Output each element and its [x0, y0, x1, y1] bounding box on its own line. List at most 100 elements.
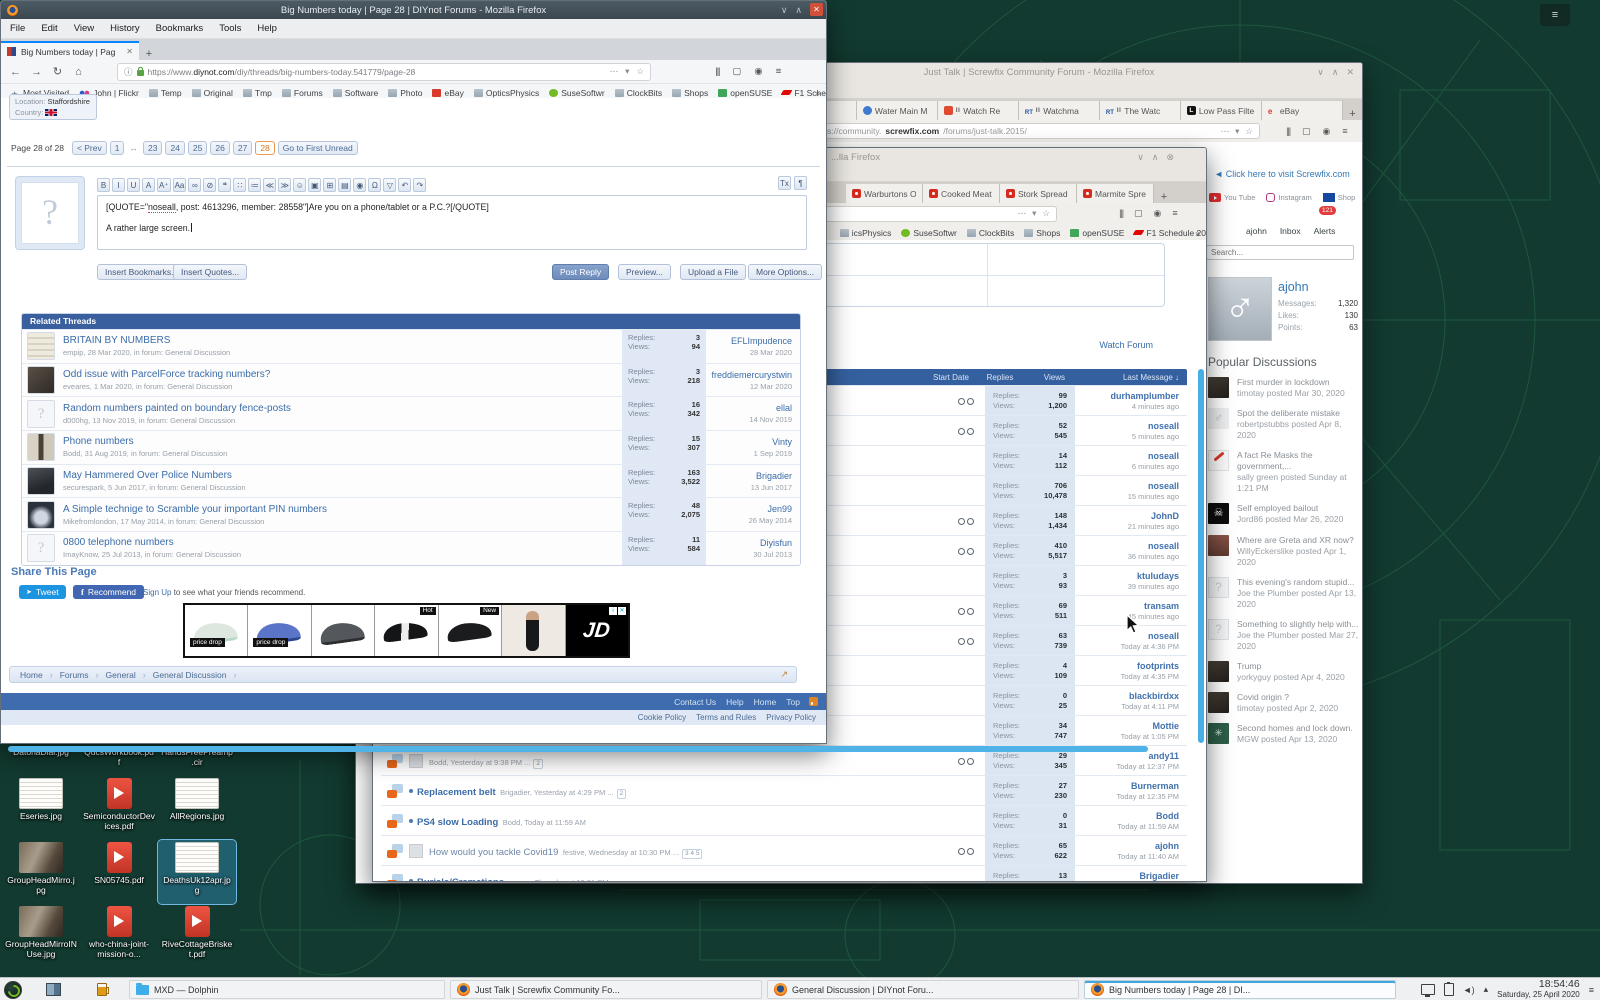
last-poster-link[interactable]: EFLImpudence: [706, 336, 792, 346]
browser-tab[interactable]: eBay: [1262, 101, 1343, 120]
rss-icon[interactable]: [809, 697, 818, 706]
editor-toolbar-button[interactable]: ▤: [338, 178, 351, 192]
breadcrumb-link[interactable]: Forums: [60, 670, 89, 680]
ad-cell[interactable]: price drop: [185, 605, 248, 656]
clipboard-tray-icon[interactable]: [1444, 983, 1454, 996]
preview-button[interactable]: Preview...: [618, 264, 671, 280]
editor-toolbar-button[interactable]: ▣: [308, 178, 321, 192]
page-jump-badge[interactable]: 3 4 5: [682, 849, 702, 859]
desktop-icon[interactable]: SemiconductorDevices.pdf: [80, 776, 158, 840]
ad-banner[interactable]: price drop price drop: [183, 603, 630, 658]
popular-title[interactable]: Spot the deliberate mistake: [1237, 408, 1340, 418]
browser-tab[interactable]: Warburtons O: [846, 184, 923, 203]
post-reply-button[interactable]: Post Reply: [552, 264, 609, 280]
application-launcher-icon[interactable]: [4, 981, 22, 999]
taskbar-task-button[interactable]: Big Numbers today | Page 28 | DI...: [1084, 980, 1396, 999]
editor-toolbar-button[interactable]: Ω: [368, 178, 381, 192]
last-poster-link[interactable]: freddiemercurystwin: [706, 370, 792, 380]
thread-title-link[interactable]: BRITAIN BY NUMBERS: [63, 335, 622, 346]
new-tab-button[interactable]: +: [139, 48, 159, 60]
browser-tab[interactable]: Marmite Spre: [1077, 184, 1154, 203]
new-tab-button[interactable]: +: [1154, 191, 1174, 203]
page-actions-icon[interactable]: ⋯: [1018, 208, 1027, 219]
bookmark-item[interactable]: Shops: [1024, 228, 1060, 238]
site-info-icon[interactable]: ⓘ: [124, 66, 133, 78]
page-number-button[interactable]: 24: [165, 141, 184, 155]
taskbar-task-button[interactable]: General Discussion | DIYnot Foru...: [767, 980, 1079, 999]
forward-icon[interactable]: →: [26, 66, 47, 78]
bookmark-star-icon[interactable]: ☆: [636, 66, 644, 77]
breadcrumb-link[interactable]: General Discussion: [153, 670, 227, 680]
breadcrumb-link[interactable]: Home: [20, 670, 43, 680]
ad-cell[interactable]: [502, 605, 565, 656]
url-bar[interactable]: ⓘ https://www.diynot.com/diy/threads/big…: [117, 63, 651, 81]
menu-item[interactable]: Bookmarks: [156, 23, 204, 34]
desktop-icon[interactable]: RiveCottageBrisket.pdf: [158, 904, 236, 968]
editor-toolbar-button[interactable]: ∷: [233, 178, 246, 192]
editor-toolbar-button[interactable]: ≔: [248, 178, 261, 192]
account-icon[interactable]: ◉: [1323, 126, 1331, 137]
sidebar-icon[interactable]: ▢: [1302, 126, 1311, 137]
thread-row[interactable]: Replacement belt Brigadier, Yesterday at…: [381, 775, 1187, 805]
social-link[interactable]: Shop: [1323, 193, 1356, 202]
back-icon[interactable]: ←: [5, 66, 26, 78]
popular-title[interactable]: Self employed bailout: [1237, 503, 1318, 513]
menu-icon[interactable]: ≡: [1172, 208, 1177, 219]
bookmark-item[interactable]: Temp: [149, 88, 182, 98]
browser-tab[interactable]: Water Main M: [857, 101, 938, 120]
editor-toolbar-button[interactable]: A⁺: [157, 178, 171, 192]
ad-cell[interactable]: [312, 605, 375, 656]
thread-title[interactable]: How would you tackle Covid19: [429, 847, 558, 858]
home-icon[interactable]: ⌂: [68, 66, 89, 78]
last-poster-link[interactable]: Bodd: [1075, 811, 1179, 821]
search-input[interactable]: [1206, 245, 1354, 260]
watch-forum-link[interactable]: Watch Forum: [991, 340, 1153, 350]
browser-tab[interactable]: Cooked Meat: [923, 184, 1000, 203]
column-views[interactable]: Views: [1025, 373, 1067, 382]
related-thread-row[interactable]: Phone numbers Bodd, 31 Aug 2019, in foru…: [22, 430, 800, 464]
menu-item[interactable]: File: [10, 23, 25, 34]
insert-quotes-button[interactable]: Insert Quotes...: [173, 264, 247, 280]
page-actions-icon[interactable]: ⋯: [1221, 126, 1230, 137]
editor-toolbar-button[interactable]: ∞: [188, 178, 201, 192]
tab-close-icon[interactable]: ✕: [126, 47, 133, 56]
thread-row[interactable]: Burials/Cremations. conny, Thursday at 1…: [381, 865, 1187, 882]
ad-cell[interactable]: Hot: [375, 605, 438, 656]
bookmark-item[interactable]: OpticsPhysics: [474, 88, 539, 98]
editor-toolbar-button[interactable]: ⊘: [203, 178, 216, 192]
taskbar-task-button[interactable]: MXD — Dolphin: [129, 980, 445, 999]
menu-item[interactable]: Help: [257, 23, 277, 34]
library-icon[interactable]: |||: [1119, 208, 1123, 219]
bookmark-item[interactable]: F1 Schedule 20: [782, 88, 827, 98]
profile-avatar[interactable]: ♂: [1208, 277, 1272, 341]
browser-tab[interactable]: II The Watc: [1100, 101, 1181, 120]
last-poster-link[interactable]: Diyisfun: [706, 538, 792, 548]
last-poster-link[interactable]: ajohn: [1075, 841, 1179, 851]
library-icon[interactable]: |||: [715, 66, 719, 77]
bbcode-toggle-button[interactable]: ¶: [794, 176, 807, 190]
popular-discussion-item[interactable]: Trump yorkyguy posted Apr 4, 2020: [1208, 661, 1360, 683]
bookmark-item[interactable]: icsPhysics: [840, 228, 892, 238]
active-tab[interactable]: Big Numbers today | Pag ✕: [1, 41, 139, 60]
popular-title[interactable]: A fact Re Masks the government,...: [1237, 450, 1313, 471]
editor-toolbar-button[interactable]: ⊞: [323, 178, 336, 192]
editor-toolbar-button[interactable]: ▽: [383, 178, 396, 192]
titlebar[interactable]: Big Numbers today | Page 28 | DIYnot For…: [1, 1, 826, 19]
popular-title[interactable]: This evening's random stupid...: [1237, 577, 1354, 587]
bookmark-item[interactable]: eBay: [432, 88, 463, 98]
prev-page-button[interactable]: < Prev: [72, 141, 107, 155]
editor-toolbar-button[interactable]: U: [127, 178, 140, 192]
menu-item[interactable]: View: [74, 23, 94, 34]
popular-discussion-item[interactable]: Spot the deliberate mistake robertpstubb…: [1208, 408, 1360, 441]
bookmark-item[interactable]: Original: [192, 88, 233, 98]
browser-tab[interactable]: Low Pass Filte: [1181, 101, 1262, 120]
legal-link[interactable]: Cookie Policy: [638, 713, 686, 722]
menu-item[interactable]: Edit: [41, 23, 57, 34]
popular-title[interactable]: Trump: [1237, 661, 1261, 671]
reload-icon[interactable]: ↻: [47, 65, 68, 78]
thread-title-link[interactable]: May Hammered Over Police Numbers: [63, 470, 622, 481]
sidebar-icon[interactable]: ▢: [1134, 208, 1143, 219]
last-poster-link[interactable]: noseall: [1075, 481, 1179, 491]
taskbar-task-button[interactable]: Just Talk | Screwfix Community Fo...: [450, 980, 762, 999]
social-link[interactable]: You Tube: [1209, 193, 1255, 202]
